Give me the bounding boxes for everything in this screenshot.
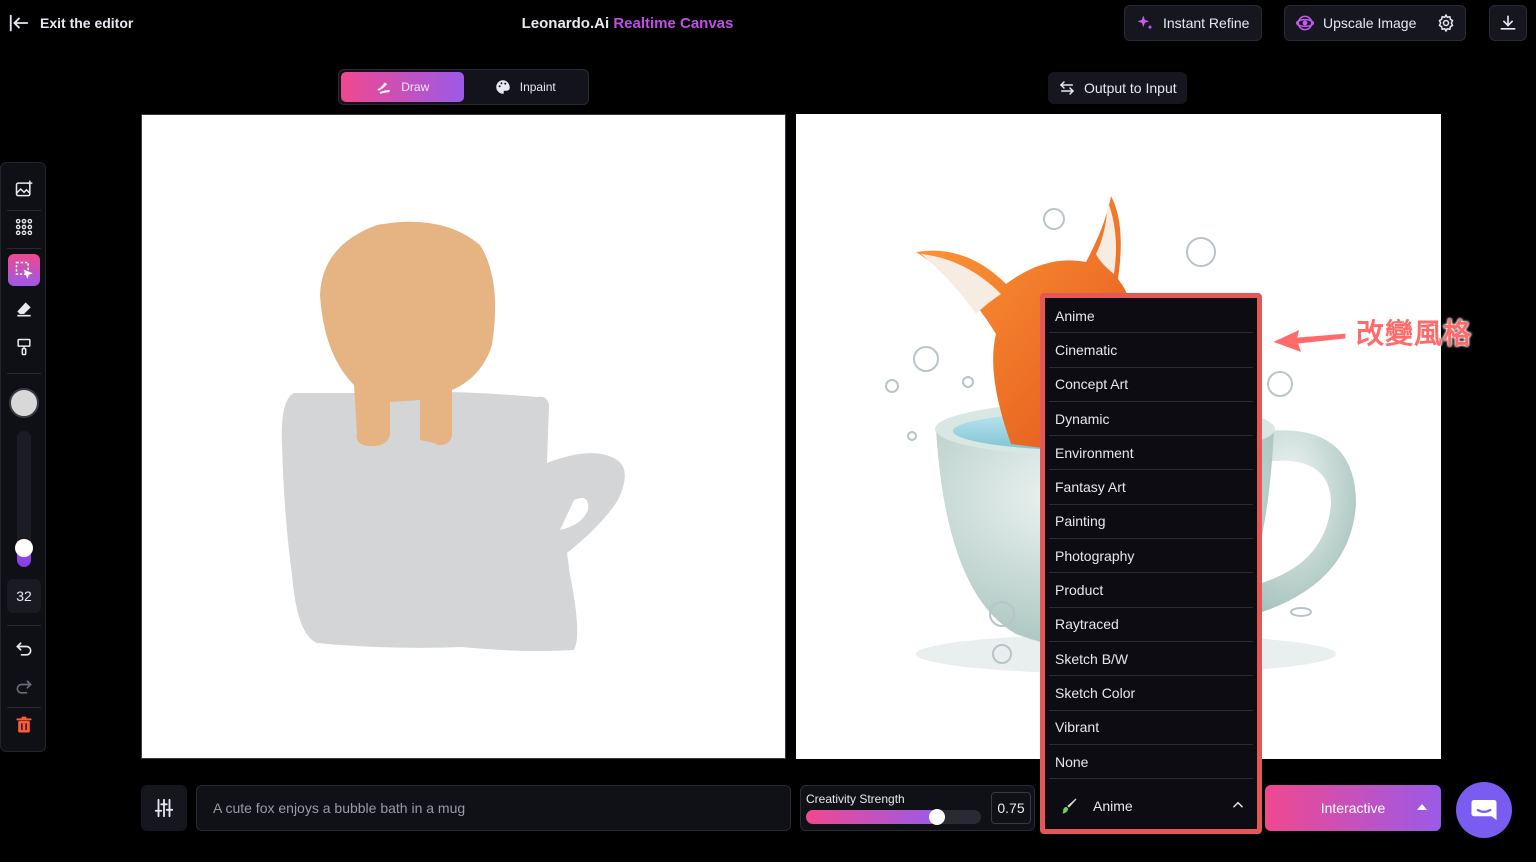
tab-inpaint[interactable]: Inpaint (464, 72, 587, 102)
settings-gear-button[interactable] (1436, 13, 1456, 33)
sketch-drawing (281, 221, 625, 651)
chevron-up-icon (1233, 801, 1243, 808)
select-tool[interactable] (8, 254, 40, 286)
trash-icon (16, 716, 32, 733)
style-option-painting[interactable]: Painting (1049, 505, 1253, 540)
style-option-product[interactable]: Product (1049, 573, 1253, 608)
brush-stroke-icon (377, 82, 391, 94)
undo-button[interactable] (8, 633, 40, 665)
brush-size-thumb[interactable] (15, 539, 33, 557)
annotation-arrow-icon (1270, 327, 1347, 354)
creativity-strength-control: Creativity Strength 0.75 (800, 785, 1035, 831)
title-accent: Realtime Canvas (613, 15, 734, 32)
style-option-photography[interactable]: Photography (1049, 539, 1253, 574)
image-add-icon (15, 180, 33, 197)
dots-grid-icon (15, 218, 33, 236)
palette-icon (495, 80, 510, 94)
redo-button[interactable] (8, 671, 40, 703)
style-option-none[interactable]: None (1049, 745, 1253, 780)
paint-roller-tool[interactable] (8, 331, 40, 363)
gear-icon (1438, 13, 1454, 33)
style-dropdown: Anime Cinematic Concept Art Dynamic Envi… (1040, 293, 1262, 834)
left-toolbar: 32 (0, 162, 46, 752)
paint-roller-icon (17, 338, 31, 356)
chat-icon (1471, 800, 1497, 820)
style-option-concept-art[interactable]: Concept Art (1049, 368, 1253, 402)
creativity-strength-label: Creativity Strength (806, 792, 905, 806)
eraser-tool[interactable] (8, 293, 40, 325)
tab-draw-label: Draw (401, 80, 430, 94)
page-title: Leonardo.Ai Realtime Canvas (0, 15, 1255, 32)
interactive-mode-button[interactable]: Interactive (1265, 785, 1441, 831)
style-selected-label: Anime (1093, 798, 1133, 814)
redo-icon (16, 680, 32, 694)
style-option-fantasy-art[interactable]: Fantasy Art (1049, 470, 1253, 505)
style-option-sketch-bw[interactable]: Sketch B/W (1049, 642, 1253, 677)
generation-settings-button[interactable] (141, 785, 187, 831)
download-button[interactable] (1489, 5, 1527, 41)
sliders-icon (154, 798, 174, 818)
upscale-image-label: Upscale Image (1323, 15, 1417, 31)
style-option-raytraced[interactable]: Raytraced (1049, 608, 1253, 642)
title-brand: Leonardo.Ai (521, 15, 610, 32)
creativity-slider-thumb[interactable] (929, 809, 945, 825)
output-to-input-button[interactable]: Output to Input (1048, 72, 1187, 104)
output-to-input-label: Output to Input (1084, 80, 1177, 96)
style-option-anime[interactable]: Anime (1049, 299, 1253, 334)
undo-icon (16, 642, 32, 656)
instant-refine-label: Instant Refine (1163, 15, 1250, 31)
style-option-environment[interactable]: Environment (1049, 436, 1253, 471)
creativity-value-input[interactable]: 0.75 (991, 792, 1031, 824)
swap-arrows-icon (1059, 81, 1075, 95)
style-select-trigger[interactable]: Anime (1049, 786, 1253, 826)
select-cursor-icon (15, 261, 33, 279)
upscale-icon (1295, 15, 1315, 31)
interactive-label: Interactive (1320, 800, 1386, 816)
prompt-input[interactable] (196, 785, 791, 831)
style-option-sketch-color[interactable]: Sketch Color (1049, 676, 1253, 711)
paintbrush-icon (1062, 798, 1077, 814)
delete-button[interactable] (8, 709, 40, 741)
tab-draw[interactable]: Draw (341, 72, 464, 102)
drawing-canvas[interactable] (141, 114, 786, 759)
style-option-cinematic[interactable]: Cinematic (1049, 333, 1253, 368)
style-option-dynamic[interactable]: Dynamic (1049, 402, 1253, 437)
mode-toggle: Draw Inpaint (338, 69, 589, 105)
chat-support-button[interactable] (1456, 782, 1512, 838)
caret-up-icon (1417, 804, 1427, 810)
annotation-label: 改變風格 (1356, 318, 1473, 349)
brush-size-value: 32 (7, 579, 41, 613)
creativity-slider-fill (806, 810, 938, 824)
add-image-tool[interactable] (8, 173, 40, 205)
grid-tool[interactable] (8, 211, 40, 243)
instant-refine-button[interactable]: Instant Refine (1124, 5, 1262, 41)
eraser-icon (17, 302, 31, 317)
download-icon (1500, 15, 1516, 30)
tab-inpaint-label: Inpaint (519, 80, 556, 94)
brush-color-picker[interactable] (9, 388, 39, 418)
sparkle-icon (1137, 15, 1153, 30)
style-options-list: Anime Cinematic Concept Art Dynamic Envi… (1049, 299, 1253, 780)
style-option-vibrant[interactable]: Vibrant (1049, 711, 1253, 745)
